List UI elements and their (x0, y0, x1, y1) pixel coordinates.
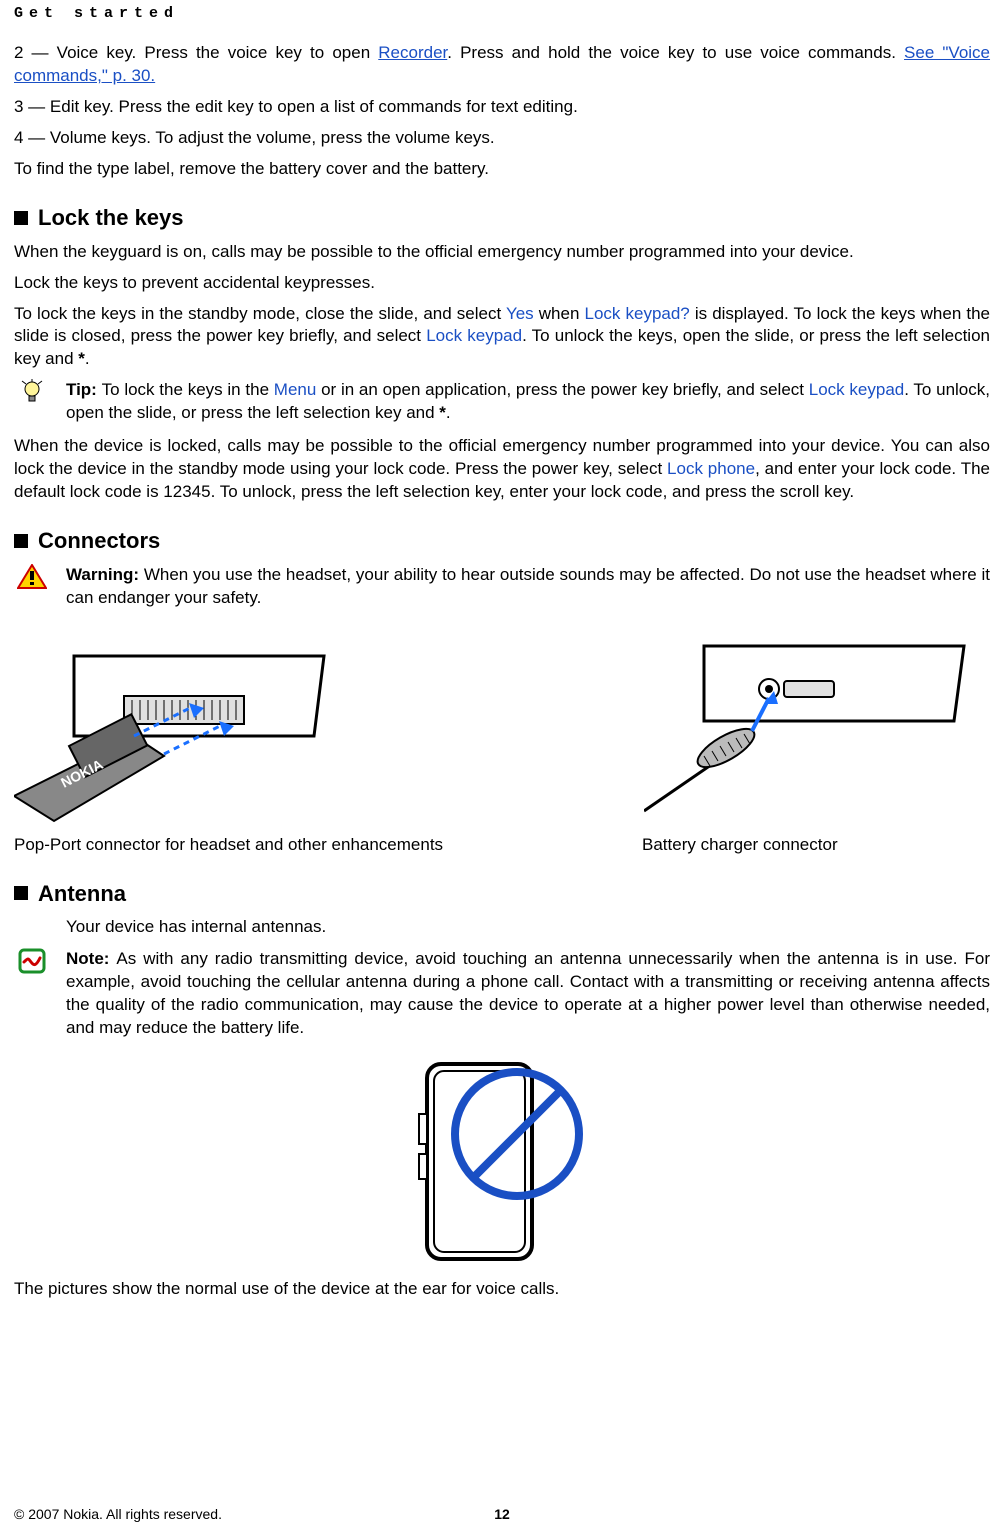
lock-p3: To lock the keys in the standby mode, cl… (14, 303, 990, 372)
note-body: Note: As with any radio transmitting dev… (66, 948, 990, 1040)
heading-antenna: Antenna (14, 879, 990, 909)
warning-label: Warning: (66, 565, 144, 584)
heading-lock-the-keys: Lock the keys (14, 203, 990, 233)
square-bullet-icon (14, 534, 28, 548)
square-bullet-icon (14, 211, 28, 225)
ui-menu: Menu (274, 380, 317, 399)
copyright-text: © 2007 Nokia. All rights reserved. (14, 1505, 222, 1524)
text: . (85, 349, 90, 368)
warning-icon (14, 564, 50, 592)
antenna-p2: The pictures show the normal use of the … (14, 1278, 990, 1301)
heading-text: Connectors (38, 526, 160, 556)
heading-connectors: Connectors (14, 526, 990, 556)
warning-body: Warning: When you use the headset, your … (66, 564, 990, 610)
tip-label: Tip: (66, 380, 102, 399)
antenna-figure (14, 1054, 990, 1264)
antenna-p1-row: Your device has internal antennas. (14, 916, 990, 944)
lock-p2: Lock the keys to prevent accidental keyp… (14, 272, 990, 295)
page-footer: © 2007 Nokia. All rights reserved. 12 (14, 1505, 990, 1524)
warning-block: Warning: When you use the headset, your … (14, 564, 990, 610)
page-number: 12 (494, 1505, 510, 1524)
connector-figures: NOKIA (14, 626, 990, 826)
note-text: As with any radio transmitting device, a… (66, 949, 990, 1037)
key-star: * (439, 403, 446, 422)
text: To lock the keys in the (102, 380, 274, 399)
text: . (446, 403, 451, 422)
tip-body: Tip: To lock the keys in the Menu or in … (66, 379, 990, 425)
heading-text: Antenna (38, 879, 126, 909)
note-label: Note: (66, 949, 116, 968)
section-header: Get started (14, 0, 990, 42)
text: 2 — Voice key. Press the voice key to op… (14, 43, 378, 62)
charger-connector-illustration (644, 626, 974, 826)
note-icon (14, 948, 50, 976)
intro-p2: 3 — Edit key. Press the edit key to open… (14, 96, 990, 119)
ui-lock-keypad: Lock keypad (809, 380, 904, 399)
lock-p4: When the device is locked, calls may be … (14, 435, 990, 504)
figure-charger (644, 626, 974, 826)
text: when (534, 304, 585, 323)
caption-charger: Battery charger connector (514, 834, 838, 857)
connector-captions: Pop-Port connector for headset and other… (14, 834, 990, 857)
heading-text: Lock the keys (38, 203, 184, 233)
lock-p1: When the keyguard is on, calls may be po… (14, 241, 990, 264)
tip-icon (14, 379, 50, 407)
key-star: * (78, 349, 85, 368)
text: To lock the keys in the standby mode, cl… (14, 304, 506, 323)
spacer-icon (14, 916, 50, 944)
no-touch-antenna-illustration (397, 1054, 607, 1264)
text: or in an open application, press the pow… (316, 380, 808, 399)
pop-port-connector-illustration: NOKIA (14, 626, 344, 826)
figure-pop-port: NOKIA (14, 626, 344, 826)
note-block: Note: As with any radio transmitting dev… (14, 948, 990, 1040)
text: . Press and hold the voice key to use vo… (447, 43, 904, 62)
intro-p4: To find the type label, remove the batte… (14, 158, 990, 181)
intro-p1: 2 — Voice key. Press the voice key to op… (14, 42, 990, 88)
ui-yes: Yes (506, 304, 534, 323)
manual-page: Get started 2 — Voice key. Press the voi… (0, 0, 1004, 1534)
ui-lock-phone: Lock phone (667, 459, 755, 478)
ui-lock-keypad: Lock keypad (426, 326, 522, 345)
intro-p3: 4 — Volume keys. To adjust the volume, p… (14, 127, 990, 150)
caption-pop-port: Pop-Port connector for headset and other… (14, 834, 514, 857)
square-bullet-icon (14, 886, 28, 900)
tip-block: Tip: To lock the keys in the Menu or in … (14, 379, 990, 425)
antenna-p1: Your device has internal antennas. (66, 916, 990, 944)
warning-text: When you use the headset, your ability t… (66, 565, 990, 607)
link-recorder[interactable]: Recorder (378, 43, 447, 62)
ui-lock-keypad-q: Lock keypad? (585, 304, 690, 323)
